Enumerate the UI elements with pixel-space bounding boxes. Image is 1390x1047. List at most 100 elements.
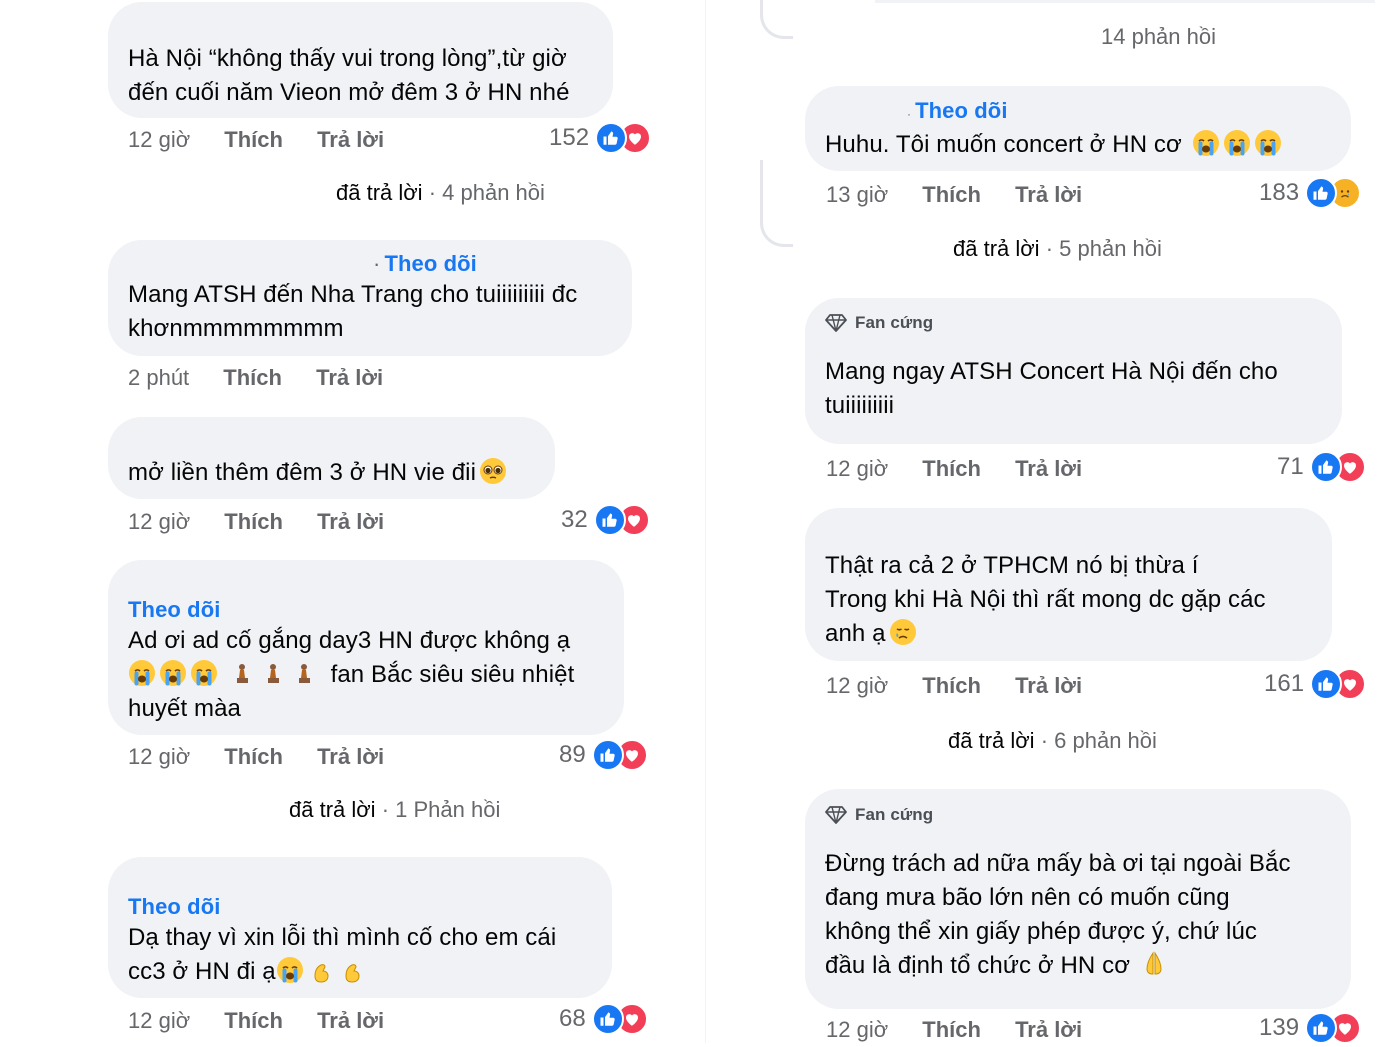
reaction-summary[interactable]: 89 xyxy=(559,738,648,772)
view-replies-link[interactable]: đã trả lời · 5 phản hồi xyxy=(953,232,1162,266)
comment-time[interactable]: 12 giờ xyxy=(826,452,888,486)
follow-button[interactable]: Theo dõi xyxy=(128,596,604,624)
like-button[interactable]: Thích xyxy=(224,505,283,539)
view-replies-link[interactable]: đã trả lời · 4 phản hồi xyxy=(336,176,545,210)
reply-button[interactable]: Trả lời xyxy=(317,123,384,157)
comment-time[interactable]: 13 giờ xyxy=(826,178,888,212)
reaction-summary[interactable]: 152 xyxy=(549,121,652,155)
comment-text-line: mở liền thêm đêm 3 ở HN vie đii xyxy=(128,456,535,490)
reaction-summary[interactable]: 32 xyxy=(561,503,650,537)
separator: · xyxy=(375,797,396,822)
comment-bubble[interactable]: Theo dõi Ad ơi ad cố gắng day3 HN được k… xyxy=(108,560,624,735)
comment-bubble[interactable]: Fan cứng Đừng trách ad nữa mấy bà ơi tại… xyxy=(805,789,1351,1009)
replied-by: đã trả lời xyxy=(953,236,1040,261)
separator: · xyxy=(422,180,443,205)
comment-time[interactable]: 2 phút xyxy=(128,361,189,395)
comment-text-line: Dạ thay vì xin lỗi thì mình cố cho em cá… xyxy=(128,924,557,951)
comment-text-line: khơnmmmmmmmm xyxy=(128,315,344,342)
comment-bubble[interactable]: Hà Nội “không thấy vui trong lòng”,từ gi… xyxy=(108,2,613,118)
comment-text-line: đang mưa bão lớn nên có muốn cũng xyxy=(825,884,1230,911)
diamond-icon xyxy=(825,805,847,825)
comment-text-line: fan Bắc siêu siêu nhiệt xyxy=(128,658,604,692)
reply-button[interactable]: Trả lời xyxy=(1015,1013,1082,1047)
reply-button[interactable]: Trả lời xyxy=(1015,452,1082,486)
reaction-summary[interactable]: 68 xyxy=(559,1002,648,1036)
follow-button[interactable]: · Theo dõi xyxy=(907,97,1331,128)
divider xyxy=(875,0,1375,3)
comment-time[interactable]: 12 giờ xyxy=(826,1013,888,1047)
crying-face-icon xyxy=(190,659,218,687)
crying-face-icon xyxy=(1223,129,1251,157)
reaction-summary[interactable]: 139 xyxy=(1259,1011,1362,1045)
like-icon xyxy=(591,739,624,771)
separator: · xyxy=(1039,236,1060,261)
reply-count: 1 Phản hồi xyxy=(395,797,501,822)
comment-actions: 12 giờ Thích Trả lời xyxy=(826,669,1082,703)
comment-text-line: Thật ra cả 2 ở TPHCM nó bị thừa í xyxy=(825,552,1199,579)
folded-hands-icon xyxy=(1140,950,1168,978)
like-icon xyxy=(595,122,628,154)
like-button[interactable]: Thích xyxy=(223,361,282,395)
reply-button[interactable]: Trả lời xyxy=(1015,178,1082,212)
comment-time[interactable]: 12 giờ xyxy=(128,1004,190,1038)
comment-time[interactable]: 12 giờ xyxy=(128,505,190,539)
view-replies-link[interactable]: đã trả lời · 6 phản hồi xyxy=(948,724,1157,758)
comment-text-line: tuiiiiiiiii xyxy=(825,392,895,419)
comment-bubble[interactable]: Theo dõi Dạ thay vì xin lỗi thì mình cố … xyxy=(108,857,612,998)
like-button[interactable]: Thích xyxy=(922,178,981,212)
like-button[interactable]: Thích xyxy=(922,1013,981,1047)
reply-count: 5 phản hồi xyxy=(1059,236,1162,261)
like-button[interactable]: Thích xyxy=(922,669,981,703)
like-button[interactable]: Thích xyxy=(224,1004,283,1038)
reply-count: 14 phản hồi xyxy=(1101,24,1216,49)
comment-text-line: cc3 ở HN đi ạ xyxy=(128,955,592,989)
view-replies-link[interactable]: đã trả lời · 1 Phản hồi xyxy=(289,793,500,827)
crying-face-icon xyxy=(889,618,917,646)
reply-button[interactable]: Trả lời xyxy=(1015,669,1082,703)
comment-text-line: anh ạ xyxy=(825,617,1312,651)
reaction-count: 152 xyxy=(549,124,590,151)
replied-by: đã trả lời xyxy=(289,797,376,822)
comment-bubble[interactable]: Thật ra cả 2 ở TPHCM nó bị thừa í Trong … xyxy=(805,508,1332,661)
view-replies-link[interactable]: 14 phản hồi xyxy=(1101,20,1216,54)
comment-bubble[interactable]: mở liền thêm đêm 3 ở HN vie đii xyxy=(108,417,555,499)
comment-text-line: Đừng trách ad nữa mấy bà ơi tại ngoài Bắ… xyxy=(825,850,1291,877)
comment-text-line: Huhu. Tôi muốn concert ở HN cơ xyxy=(825,128,1331,162)
reply-button[interactable]: Trả lời xyxy=(317,740,384,774)
comment-text-line: đầu là định tổ chức ở HN cơ xyxy=(825,949,1331,983)
diamond-icon xyxy=(825,313,847,333)
pinching-hand-icon xyxy=(307,956,335,984)
comment-actions: 12 giờ Thích Trả lời xyxy=(128,1004,384,1038)
like-button[interactable]: Thích xyxy=(224,740,283,774)
reaction-count: 161 xyxy=(1264,670,1305,697)
reply-button[interactable]: Trả lời xyxy=(317,505,384,539)
kneeling-person-icon xyxy=(228,659,256,687)
comment-text-line: Hà Nội “không thấy vui trong lòng”,từ gi… xyxy=(128,45,567,72)
comment-text-line: Trong khi Hà Nội thì rất mong dc gặp các xyxy=(825,586,1266,613)
reaction-summary[interactable]: 161 xyxy=(1264,667,1367,701)
like-button[interactable]: Thích xyxy=(224,123,283,157)
comment-time[interactable]: 12 giờ xyxy=(128,740,190,774)
like-icon xyxy=(1305,177,1338,209)
crying-face-icon xyxy=(159,659,187,687)
comment-bubble[interactable]: · Theo dõi Mang ATSH đến Nha Trang cho tu… xyxy=(108,240,632,356)
reaction-summary[interactable]: 71 xyxy=(1277,450,1366,484)
follow-button[interactable]: Theo dõi xyxy=(128,893,592,921)
like-icon xyxy=(591,1003,624,1035)
reply-button[interactable]: Trả lời xyxy=(317,1004,384,1038)
crying-face-icon xyxy=(1192,129,1220,157)
comment-bubble[interactable]: · Theo dõi Huhu. Tôi muốn concert ở HN cơ xyxy=(805,86,1351,171)
like-button[interactable]: Thích xyxy=(922,452,981,486)
follow-button[interactable]: · Theo dõi xyxy=(373,250,612,278)
thread-connector xyxy=(760,0,793,39)
top-fan-badge: Fan cứng xyxy=(825,803,1331,827)
comment-time[interactable]: 12 giờ xyxy=(128,123,190,157)
kneeling-person-icon xyxy=(259,659,287,687)
comment-bubble[interactable]: Fan cứng Mang ngay ATSH Concert Hà Nội đ… xyxy=(805,298,1342,444)
comment-time[interactable]: 12 giờ xyxy=(826,669,888,703)
reply-button[interactable]: Trả lời xyxy=(316,361,383,395)
comment-text-line: không thể xin giấy phép được ý, chứ lúc xyxy=(825,918,1258,945)
reaction-count: 68 xyxy=(559,1005,586,1032)
crying-face-icon xyxy=(128,659,156,687)
reaction-summary[interactable]: 183 xyxy=(1259,176,1362,210)
